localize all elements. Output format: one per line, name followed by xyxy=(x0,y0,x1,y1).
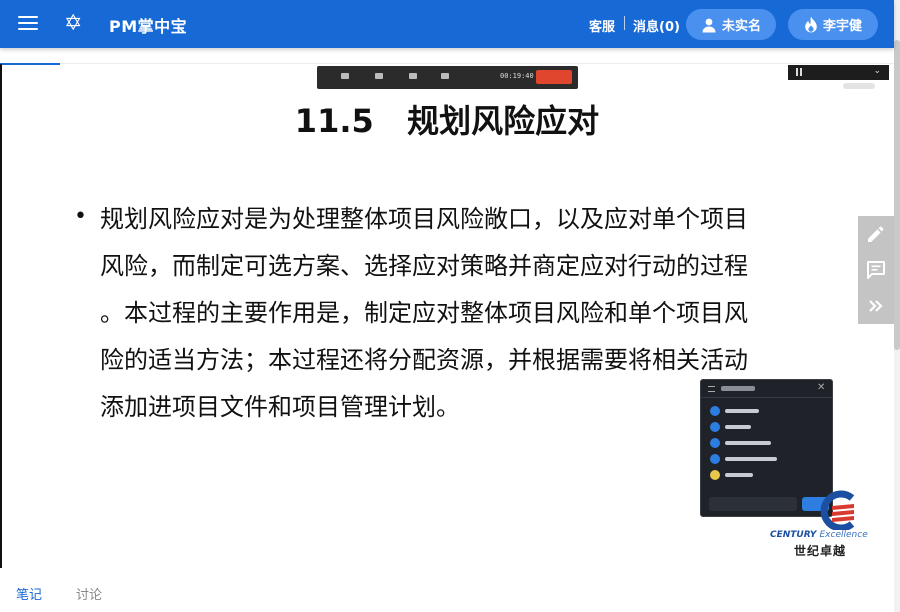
flame-icon xyxy=(804,16,818,33)
double-chevron-right-icon[interactable] xyxy=(858,288,894,324)
share-icon xyxy=(409,73,417,79)
user-menu-button[interactable]: 李宇健 xyxy=(788,9,878,40)
members-icon xyxy=(441,73,449,79)
paragraph-line: 险的适当方法；本过程还将分配资源，并根据需要将相关活动 xyxy=(100,346,748,374)
chevron-down-icon: ⌄ xyxy=(873,66,881,76)
chat-message xyxy=(710,438,820,448)
chat-message xyxy=(710,470,820,480)
watermark xyxy=(843,83,875,89)
menu-icon[interactable] xyxy=(14,12,42,36)
user-name: 李宇健 xyxy=(822,19,862,34)
mic-icon xyxy=(341,73,349,79)
side-toolbar xyxy=(858,216,894,324)
chat-message xyxy=(710,454,820,464)
divider xyxy=(60,63,894,64)
pencil-icon[interactable] xyxy=(858,216,894,252)
logo-tagline: Excellence xyxy=(819,530,868,540)
close-icon: ✕ xyxy=(817,382,826,393)
person-icon xyxy=(701,17,717,33)
camera-icon xyxy=(375,73,383,79)
audio-level-icon xyxy=(796,68,802,76)
paragraph-line: 风险，而制定可选方案、选择应对策略并商定应对行动的过程 xyxy=(100,252,748,280)
paragraph-line: 规划风险应对是为处理整体项目风险敞口，以及应对单个项目 xyxy=(100,205,748,233)
slide-viewer: 00:19:40 ⌄ 11.5 规划风险应对 • 规划风险应对是为处理整体项目风… xyxy=(0,48,894,568)
recording-time: 00:19:40 xyxy=(500,72,534,80)
paragraph-line: 。本过程的主要作用是，制定应对整体项目风险和单个项目风 xyxy=(100,299,748,327)
chat-message xyxy=(710,406,820,416)
chat-header: ✕ xyxy=(701,380,832,398)
recording-toolbar: 00:19:40 xyxy=(317,66,578,89)
logo-chinese: 世纪卓越 xyxy=(794,544,847,558)
app-title: PM掌中宝 xyxy=(109,17,188,36)
list-icon xyxy=(708,386,715,392)
scrollbar-thumb[interactable] xyxy=(894,40,900,350)
verify-identity-button[interactable]: 未实名 xyxy=(686,9,776,40)
star-of-david-icon: ✡ xyxy=(64,11,83,36)
comment-icon[interactable] xyxy=(858,252,894,288)
audio-control: ⌄ xyxy=(788,65,889,80)
chat-message xyxy=(710,422,820,432)
header-divider xyxy=(624,16,625,30)
active-tab-indicator xyxy=(0,63,60,65)
century-logo: CENTURY Excellence 世纪卓越 xyxy=(768,490,886,560)
app-header: ✡ PM掌中宝 客服 消息(0) 未实名 李宇健 xyxy=(0,0,894,48)
tab-notes[interactable]: 笔记 xyxy=(16,584,42,603)
end-recording-button xyxy=(536,70,572,84)
slide-title: 11.5 规划风险应对 xyxy=(294,102,600,140)
page-scrollbar[interactable] xyxy=(894,0,900,612)
messages-link[interactable]: 消息(0) xyxy=(633,16,680,35)
tab-discussion[interactable]: 讨论 xyxy=(76,584,102,603)
logo-brand: CENTURY xyxy=(770,530,817,540)
bottom-tabs: 笔记 讨论 xyxy=(0,568,894,612)
bullet-point: • xyxy=(74,204,87,229)
verify-label: 未实名 xyxy=(721,19,761,34)
chat-title xyxy=(721,386,755,391)
support-link[interactable]: 客服 xyxy=(589,16,615,35)
